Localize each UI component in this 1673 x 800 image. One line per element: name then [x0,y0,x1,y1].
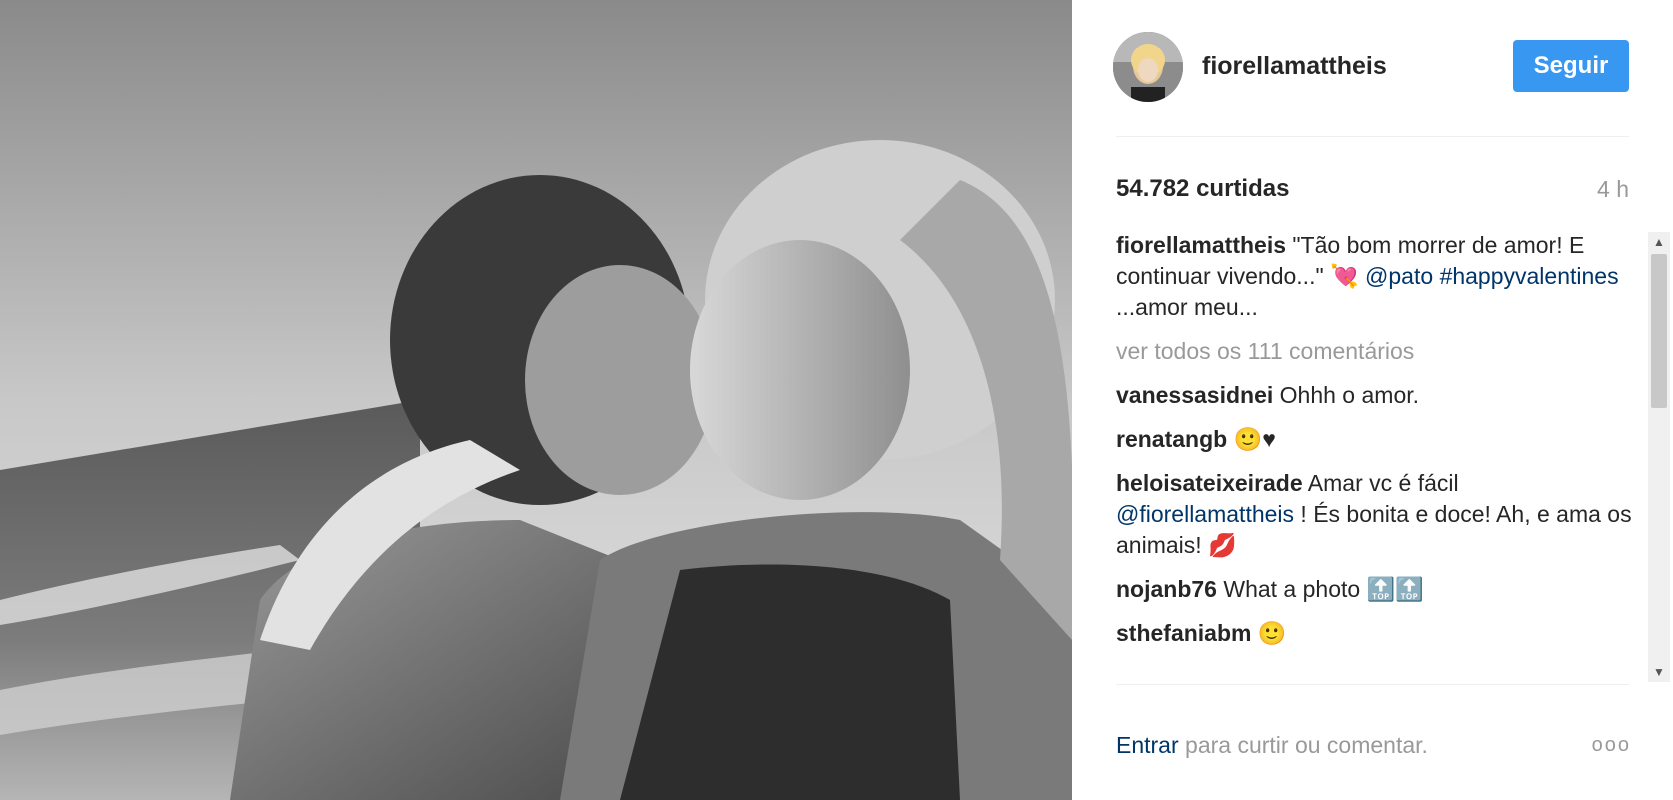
caption-tail: ...amor meu... [1116,294,1258,320]
footer-divider [1116,684,1629,685]
comment-text-pre: Amar vc é fácil [1307,470,1459,496]
comment: vanessasidnei Ohhh o amor. [1116,380,1636,411]
comment: renatangb 🙂♥ [1116,424,1636,455]
comment-username[interactable]: heloisateixeirade [1116,470,1303,496]
comment: heloisateixeirade Amar vc é fácil @fiore… [1116,468,1636,561]
comment-username[interactable]: sthefaniabm [1116,620,1251,646]
more-options-icon[interactable]: ooo [1592,734,1631,757]
comment-text: What a photo 🔝🔝 [1223,576,1424,602]
comments-list: fiorellamattheis "Tão bom morrer de amor… [1116,230,1636,682]
login-prompt-text: para curtir ou comentar. [1185,732,1428,758]
comment-username[interactable]: renatangb [1116,426,1227,452]
comment-text: 🙂 [1257,620,1287,646]
comment: sthefaniabm 🙂 [1116,618,1636,649]
caption-username[interactable]: fiorellamattheis [1116,232,1286,258]
comment-username[interactable]: nojanb76 [1116,576,1217,602]
post-side-panel: fiorellamattheis Seguir 54.782 curtidas … [1072,0,1673,800]
post-photo[interactable] [0,0,1072,800]
photo-image [0,0,1072,800]
comment-text: 🙂♥ [1233,426,1276,452]
scroll-down-arrow-icon[interactable]: ▼ [1648,662,1670,682]
comments-scrollbar[interactable]: ▲ ▼ [1648,232,1670,682]
post-time[interactable]: 4 h [1597,176,1629,203]
post-author-username[interactable]: fiorellamattheis [1202,52,1387,81]
caption-emoji: 💘 [1330,263,1359,289]
avatar-image [1113,32,1183,102]
view-all-comments-link[interactable]: ver todos os 111 comentários [1116,336,1636,367]
caption-hashtag[interactable]: #happyvalentines [1440,263,1619,289]
login-link[interactable]: Entrar [1116,732,1179,758]
scrollbar-thumb[interactable] [1651,254,1667,408]
header-divider [1116,136,1629,137]
caption-mention[interactable]: @pato [1365,263,1433,289]
likes-count[interactable]: 54.782 curtidas [1116,175,1289,203]
comment-mention[interactable]: @fiorellamattheis [1116,501,1294,527]
login-prompt: Entrar para curtir ou comentar. [1116,732,1428,759]
comment-text: Ohhh o amor. [1279,382,1420,408]
comment-username[interactable]: vanessasidnei [1116,382,1273,408]
follow-button[interactable]: Seguir [1513,40,1629,92]
scroll-up-arrow-icon[interactable]: ▲ [1648,232,1670,252]
caption: fiorellamattheis "Tão bom morrer de amor… [1116,230,1636,323]
comment: nojanb76 What a photo 🔝🔝 [1116,574,1636,605]
avatar[interactable] [1113,32,1183,102]
